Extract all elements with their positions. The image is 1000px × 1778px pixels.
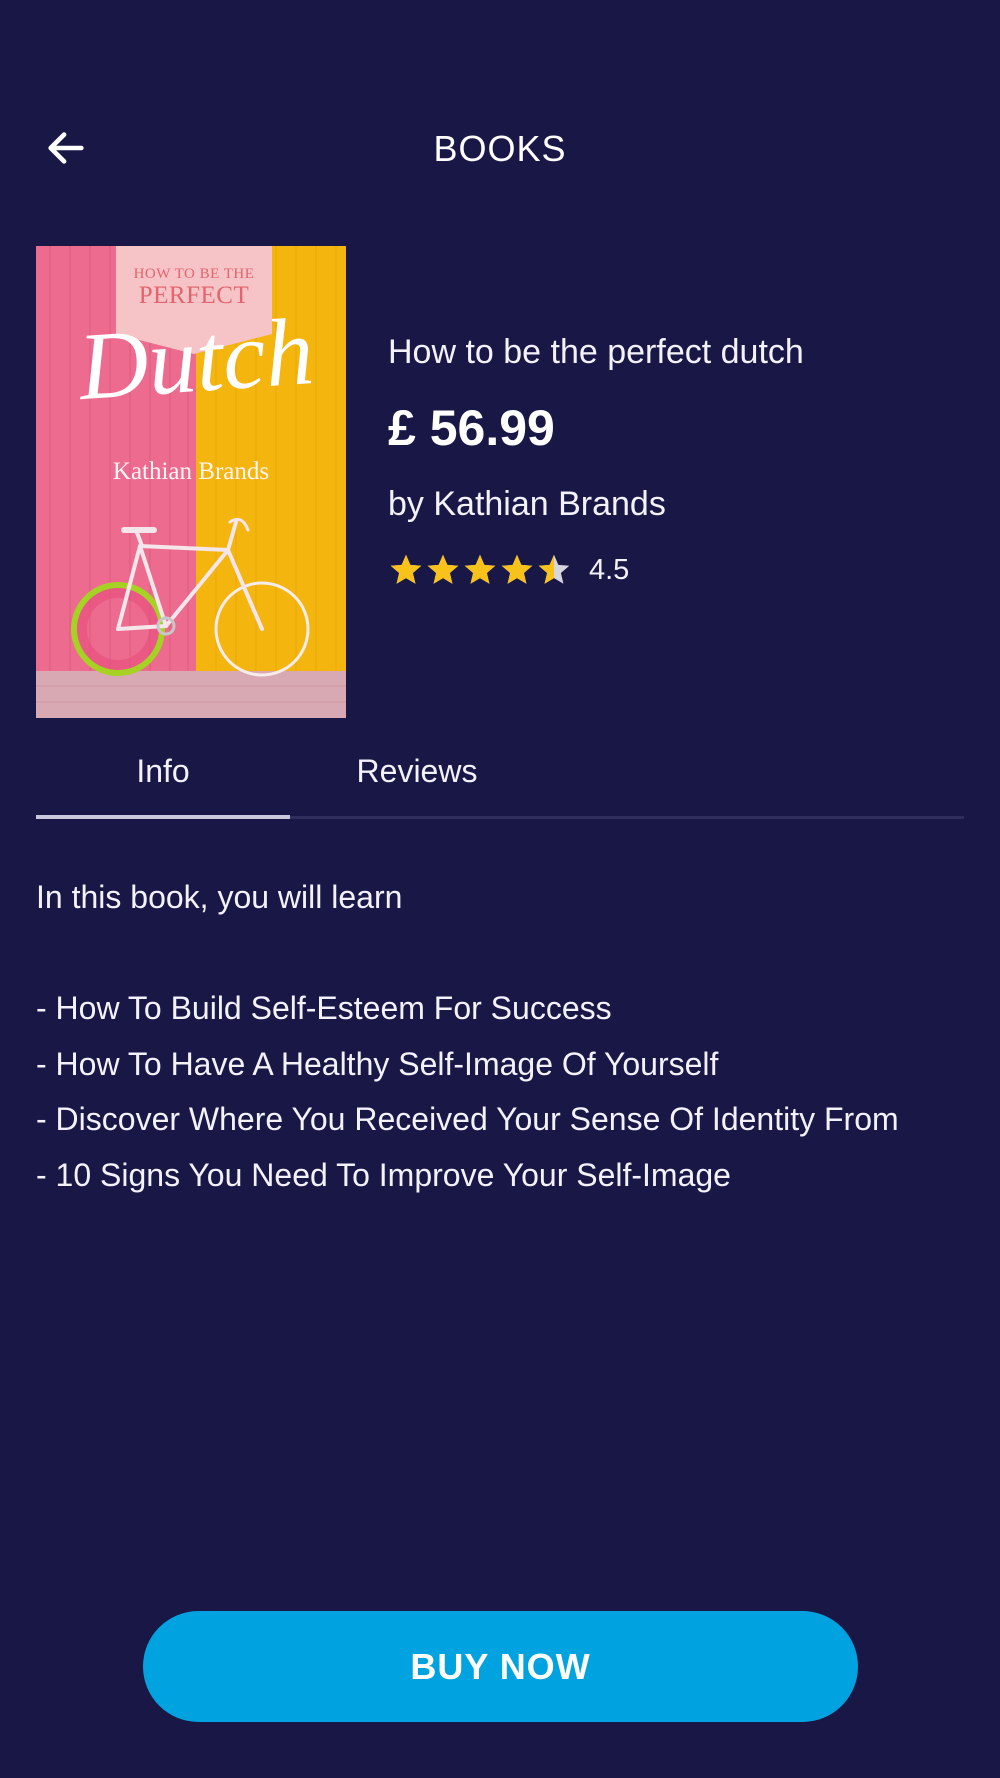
rating: 4.5 xyxy=(388,550,968,590)
description-point: - Discover Where You Received Your Sense… xyxy=(36,1101,899,1137)
description-point: - 10 Signs You Need To Improve Your Self… xyxy=(36,1156,731,1193)
cover-script-title: Dutch xyxy=(75,296,317,421)
star-icon xyxy=(464,554,496,584)
star-icon xyxy=(390,554,422,584)
star-icon xyxy=(538,554,570,584)
description-point: - How To Have A Healthy Self-Image Of Yo… xyxy=(36,1045,719,1082)
tab-reviews[interactable]: Reviews xyxy=(290,746,544,816)
description-point: - How To Build Self-Esteem For Success xyxy=(36,990,612,1026)
description-intro: In this book, you will learn xyxy=(36,879,403,915)
tab-bar: Info Reviews xyxy=(36,746,964,819)
tab-info[interactable]: Info xyxy=(36,746,290,816)
book-title: How to be the perfect dutch xyxy=(388,333,804,371)
book-description: In this book, you will learn - How To Bu… xyxy=(36,870,964,1203)
cover-top-line: HOW TO BE THE xyxy=(133,266,255,282)
book-detail-screen: BOOKS HOW TO BE THE PERFECT Dutch Kathia… xyxy=(0,0,1000,1778)
page-title: BOOKS xyxy=(433,128,567,169)
star-icon xyxy=(427,554,459,584)
book-price: £ 56.99 xyxy=(388,400,555,456)
rating-stars xyxy=(388,552,573,588)
cover-author: Kathian Brands xyxy=(112,458,270,485)
star-icon xyxy=(501,554,533,584)
rating-value: 4.5 xyxy=(589,553,630,586)
active-tab-indicator xyxy=(36,815,290,819)
buy-now-button[interactable]: BUY NOW xyxy=(143,1611,858,1722)
book-cover: HOW TO BE THE PERFECT Dutch Kathian Bran… xyxy=(36,246,346,718)
book-info: How to be the perfect dutch £ 56.99 by K… xyxy=(388,330,968,590)
book-author: by Kathian Brands xyxy=(388,485,666,523)
